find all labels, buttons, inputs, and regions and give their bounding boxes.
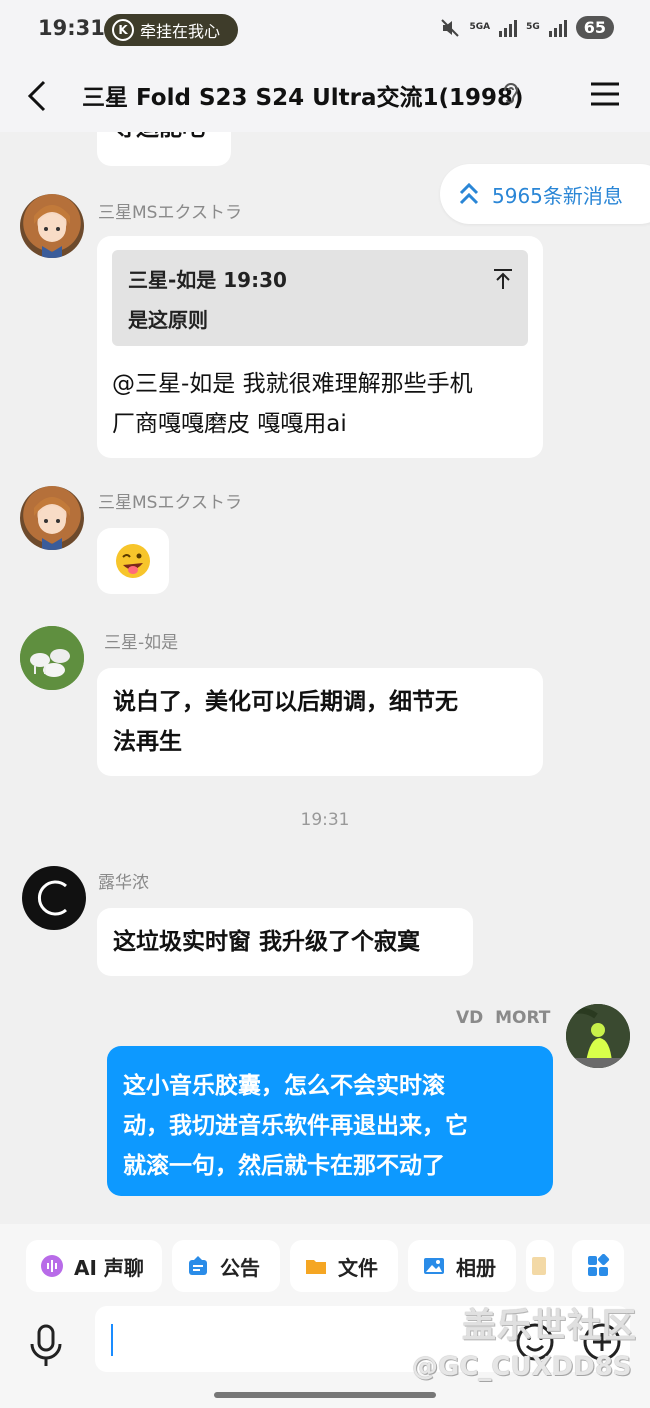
anime-girl-avatar-icon <box>34 497 70 550</box>
sender-name: 三星MSエクストラ <box>98 493 242 513</box>
network-5ga: 5GA <box>469 22 491 32</box>
message-text: 等运能吧 <box>113 132 205 141</box>
quoted-message[interactable]: 三星-如是 19:30 是这原则 <box>112 250 528 346</box>
avatar[interactable] <box>20 626 84 690</box>
message-text-line: 说白了，美化可以后期调，细节无 <box>113 689 458 715</box>
album-button[interactable]: 相册 <box>408 1240 516 1292</box>
chat-messages[interactable]: 等运能吧 5965条新消息 三星MSエクストラ 三星-如是 19:30 是这原则… <box>0 132 650 1224</box>
jump-to-top-icon[interactable] <box>492 268 514 290</box>
apps-grid-button[interactable] <box>572 1240 624 1292</box>
new-messages-count: 5965条新消息 <box>492 183 623 208</box>
live-activity-pill[interactable]: K 牵挂在我心 <box>104 14 238 46</box>
photo-album-icon <box>424 1258 444 1274</box>
message-text-line: 法再生 <box>113 729 182 755</box>
chip-label: 文件 <box>338 1255 378 1280</box>
chat-title: 三星 Fold S23 S24 Ultra交流1(1998) <box>82 85 524 111</box>
message-bubble[interactable]: 这垃圾实时窗 我升级了个寂寞 <box>97 908 473 976</box>
ai-voice-icon <box>41 1255 63 1277</box>
home-indicator[interactable] <box>214 1392 436 1398</box>
new-messages-button[interactable]: 5965条新消息 <box>440 164 650 224</box>
message-bubble-emoji[interactable] <box>97 528 169 594</box>
sender-name: 三星MSエクストラ <box>98 203 242 223</box>
text-caret <box>111 1324 113 1356</box>
message-bubble-partial[interactable]: 等运能吧 <box>97 132 231 166</box>
timestamp: 19:31 <box>300 810 350 830</box>
double-chevron-up-icon <box>459 182 479 205</box>
status-bar: 19:31 K 牵挂在我心 5GA 5G 65 <box>0 0 650 62</box>
ear-icon[interactable] <box>500 79 522 109</box>
mute-icon <box>441 18 460 37</box>
watermark-community: 盖乐世社区 <box>462 1306 637 1346</box>
message-bubble[interactable]: 说白了，美化可以后期调，细节无 法再生 <box>97 668 543 776</box>
avatar[interactable] <box>22 866 86 930</box>
message-text-line: 就滚一句，然后就卡在那不动了 <box>123 1153 445 1179</box>
status-time: 19:31 <box>38 16 105 40</box>
document-icon <box>532 1257 546 1275</box>
more-tool-chip[interactable] <box>526 1240 554 1292</box>
apps-grid-icon <box>588 1254 610 1276</box>
chip-label: AI 声聊 <box>74 1255 144 1280</box>
network-5g: 5G <box>526 22 540 32</box>
folder-icon <box>306 1260 326 1274</box>
chip-label: 公告 <box>220 1255 260 1280</box>
message-text-block: @三星-如是 我就很难理解那些手机 厂商嘎嘎磨皮 嘎嘎用ai <box>112 364 532 448</box>
chat-header: 三星 Fold S23 S24 Ultra交流1(1998) <box>0 62 650 132</box>
person-photo-avatar-icon <box>566 1004 630 1068</box>
announcement-icon <box>189 1256 207 1275</box>
watermark-id: @GC_CUXDD8S <box>412 1352 632 1382</box>
avatar[interactable] <box>20 194 84 258</box>
sender-name: 三星-如是 <box>104 633 179 653</box>
announcement-button[interactable]: 公告 <box>172 1240 280 1292</box>
message-text-line: 这小音乐胶囊，怎么不会实时滚 <box>123 1073 445 1099</box>
ai-voice-chat-button[interactable]: AI 声聊 <box>26 1240 162 1292</box>
bottom-toolbar: AI 声聊 公告 文件 相册 盖乐世社区 @GC_CUXDD8S <box>0 1224 650 1408</box>
signal-icon-2 <box>548 19 567 37</box>
back-button[interactable] <box>18 74 58 118</box>
k-app-icon: K <box>112 19 134 41</box>
winking-tongue-emoji-icon <box>116 544 150 578</box>
microphone-icon[interactable] <box>26 1324 66 1368</box>
avatar[interactable] <box>20 486 84 550</box>
message-text-line: 动，我切进音乐软件再退出来，它 <box>123 1113 468 1139</box>
sender-name-self: VD MORT <box>456 1008 551 1028</box>
anime-girl-avatar-icon <box>34 205 70 258</box>
sheep-avatar-icon <box>20 626 84 690</box>
sender-name: 露华浓 <box>98 873 149 893</box>
clinique-logo-avatar-icon <box>24 868 84 928</box>
message-text-line: 厂商嘎嘎磨皮 嘎嘎用ai <box>112 411 347 437</box>
status-icons: 5GA 5G 65 <box>439 16 614 39</box>
avatar-self[interactable] <box>566 1004 630 1068</box>
my-message-bubble[interactable]: 这小音乐胶囊，怎么不会实时滚 动，我切进音乐软件再退出来，它 就滚一句，然后就卡… <box>107 1046 553 1196</box>
files-button[interactable]: 文件 <box>290 1240 398 1292</box>
menu-icon[interactable] <box>588 78 622 110</box>
chip-label: 相册 <box>456 1255 496 1280</box>
battery-indicator: 65 <box>575 16 614 39</box>
message-text-line: @三星-如是 我就很难理解那些手机 <box>112 371 473 397</box>
quote-header: 三星-如是 19:30 <box>128 268 287 292</box>
message-text-line: 这垃圾实时窗 我升级了个寂寞 <box>113 929 421 955</box>
signal-icon <box>499 19 518 37</box>
live-activity-text: 牵挂在我心 <box>140 22 221 41</box>
quote-text: 是这原则 <box>128 308 208 332</box>
